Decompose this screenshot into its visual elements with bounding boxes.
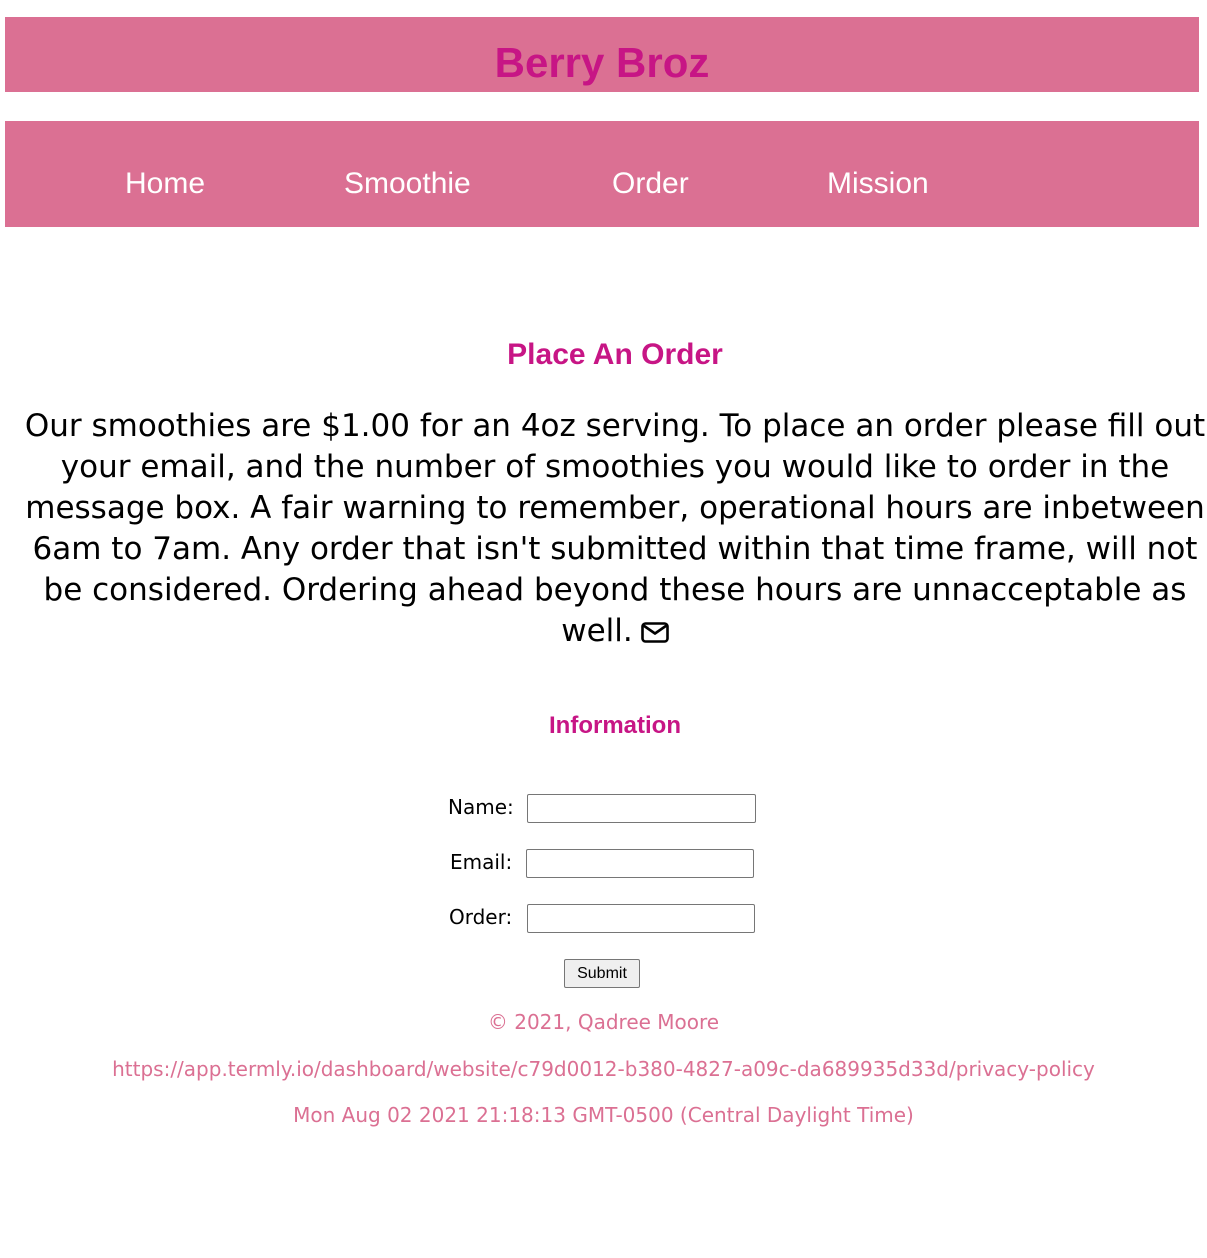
page-heading: Place An Order xyxy=(507,338,723,371)
name-label: Name: xyxy=(448,795,514,819)
name-input[interactable] xyxy=(527,794,756,823)
email-label: Email: xyxy=(450,850,513,874)
order-instructions: Our smoothies are $1.00 for an 4oz servi… xyxy=(22,406,1207,652)
order-label: Order: xyxy=(449,905,513,929)
order-input[interactable] xyxy=(527,904,755,933)
email-input[interactable] xyxy=(526,849,754,878)
nav-mission-link[interactable]: Mission xyxy=(827,169,929,199)
privacy-policy-link[interactable]: https://app.termly.io/dashboard/website/… xyxy=(0,1059,1207,1079)
order-instructions-text: Our smoothies are $1.00 for an 4oz servi… xyxy=(24,408,1206,649)
nav-smoothie-link[interactable]: Smoothie xyxy=(344,169,471,199)
nav-order-link[interactable]: Order xyxy=(612,169,689,199)
envelope-icon xyxy=(640,613,669,643)
nav-home-link[interactable]: Home xyxy=(125,169,205,199)
site-header: Berry Broz xyxy=(5,17,1199,92)
information-heading: Information xyxy=(549,712,681,739)
copyright-text: © 2021, Qadree Moore xyxy=(487,1010,720,1034)
main-nav: Home Smoothie Order Mission xyxy=(5,121,1199,227)
timestamp-text: Mon Aug 02 2021 21:18:13 GMT-0500 (Centr… xyxy=(293,1103,914,1127)
submit-button[interactable]: Submit xyxy=(564,959,640,988)
site-title: Berry Broz xyxy=(494,39,710,86)
